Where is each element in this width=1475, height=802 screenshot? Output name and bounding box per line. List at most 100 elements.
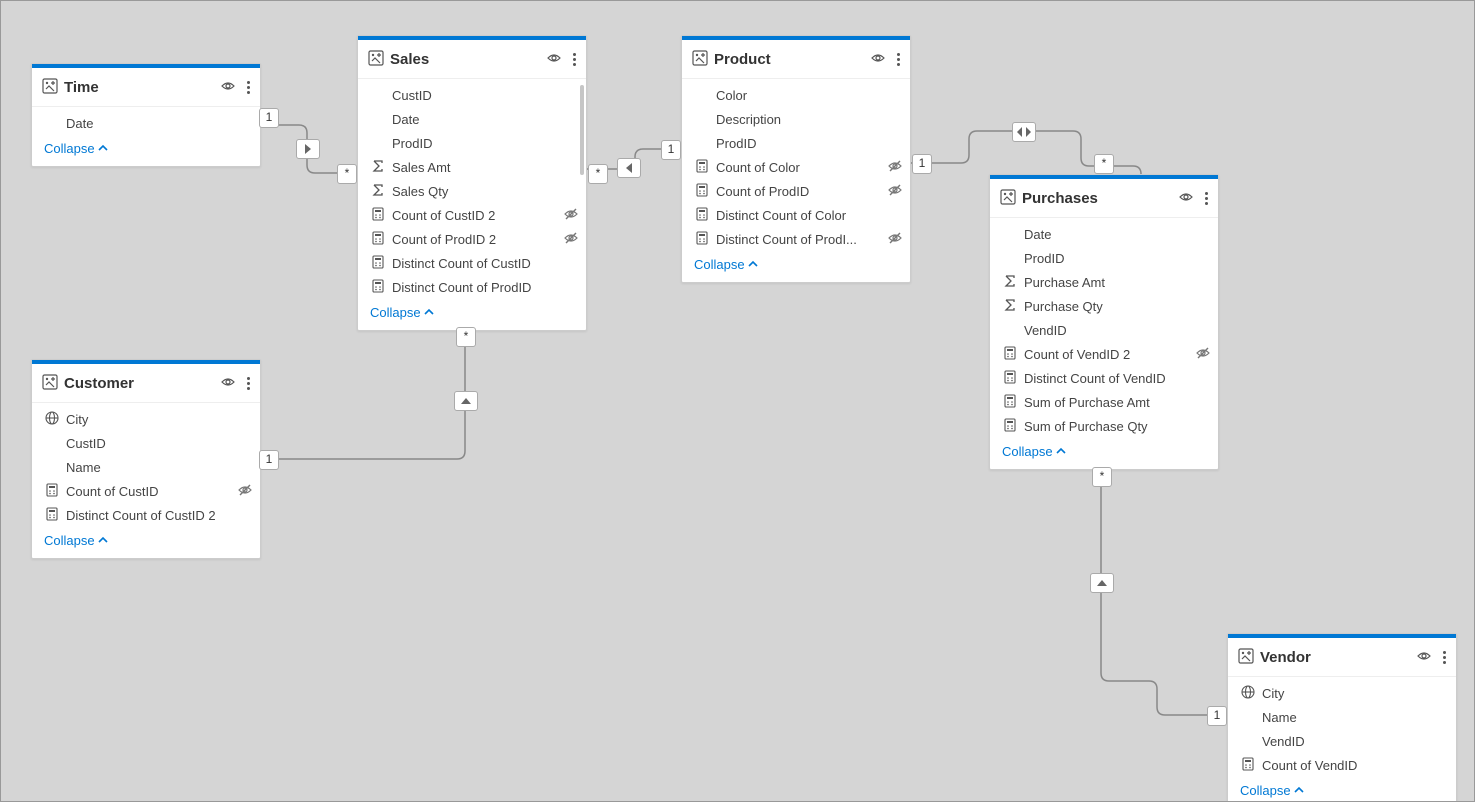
field-row[interactable]: ·Name xyxy=(1228,705,1456,729)
table-card-time[interactable]: Time ·DateCollapse xyxy=(31,63,261,167)
cardinality-one: 1 xyxy=(1207,706,1227,726)
filter-direction-single xyxy=(296,139,320,159)
card-header[interactable]: Purchases xyxy=(990,179,1218,218)
field-row[interactable]: ·Description xyxy=(682,107,910,131)
field-row[interactable]: ·ProdID xyxy=(358,131,586,155)
field-row[interactable]: Sum of Purchase Qty xyxy=(990,414,1218,438)
field-label: Sum of Purchase Amt xyxy=(1024,395,1210,410)
collapse-label: Collapse xyxy=(1240,783,1291,798)
calc-icon xyxy=(370,231,386,248)
visibility-icon[interactable] xyxy=(547,51,561,68)
filter-direction-single xyxy=(454,391,478,411)
more-options-icon[interactable] xyxy=(1203,190,1210,207)
more-options-icon[interactable] xyxy=(895,51,902,68)
field-label: Count of CustID xyxy=(66,484,234,499)
field-row[interactable]: ·Date xyxy=(990,222,1218,246)
field-row[interactable]: Distinct Count of ProdI... xyxy=(682,227,910,251)
field-label: CustID xyxy=(66,436,252,451)
field-row[interactable]: ·CustID xyxy=(358,83,586,107)
field-label: Distinct Count of Color xyxy=(716,208,902,223)
field-row[interactable]: ·Date xyxy=(358,107,586,131)
field-row[interactable]: Distinct Count of VendID xyxy=(990,366,1218,390)
field-row[interactable]: City xyxy=(1228,681,1456,705)
field-row[interactable]: ·Date xyxy=(32,111,260,135)
field-row[interactable]: Sales Amt xyxy=(358,155,586,179)
more-options-icon[interactable] xyxy=(245,79,252,96)
visibility-icon[interactable] xyxy=(1179,190,1193,207)
calc-icon xyxy=(1002,370,1018,387)
table-card-product[interactable]: Product ·Color·Description·ProdID Count of… xyxy=(681,35,911,283)
field-row[interactable]: Distinct Count of CustID xyxy=(358,251,586,275)
field-row[interactable]: ·ProdID xyxy=(990,246,1218,270)
field-row[interactable]: Purchase Qty xyxy=(990,294,1218,318)
chevron-up-icon xyxy=(1055,445,1067,457)
collapse-toggle[interactable]: Collapse xyxy=(358,299,586,330)
card-header[interactable]: Vendor xyxy=(1228,638,1456,677)
hidden-icon xyxy=(564,231,578,248)
table-card-sales[interactable]: Sales ·CustID·Date·ProdIDSales Amt Sales Q… xyxy=(357,35,587,331)
field-row[interactable]: Purchase Amt xyxy=(990,270,1218,294)
field-row[interactable]: Count of VendID 2 xyxy=(990,342,1218,366)
model-canvas[interactable]: 1 * * 1 1 * 1 * * 1 Time·DateCollapse Sa… xyxy=(0,0,1475,802)
field-label: Distinct Count of VendID xyxy=(1024,371,1210,386)
cardinality-one: 1 xyxy=(912,154,932,174)
collapse-toggle[interactable]: Collapse xyxy=(32,527,260,558)
field-row[interactable]: ·VendID xyxy=(1228,729,1456,753)
collapse-toggle[interactable]: Collapse xyxy=(1228,777,1456,802)
field-label: Count of Color xyxy=(716,160,884,175)
field-row[interactable]: Sales Qty xyxy=(358,179,586,203)
card-header[interactable]: Sales xyxy=(358,40,586,79)
field-row[interactable]: ·Color xyxy=(682,83,910,107)
field-label: Sum of Purchase Qty xyxy=(1024,419,1210,434)
field-label: Name xyxy=(1262,710,1448,725)
card-header[interactable]: Product xyxy=(682,40,910,79)
more-options-icon[interactable] xyxy=(245,375,252,392)
table-card-customer[interactable]: Customer City·CustID·Name Count of CustID D… xyxy=(31,359,261,559)
field-row[interactable]: Count of Color xyxy=(682,155,910,179)
field-label: Sales Qty xyxy=(392,184,578,199)
calc-icon xyxy=(1002,418,1018,435)
field-row[interactable]: Count of CustID 2 xyxy=(358,203,586,227)
field-row[interactable]: Count of CustID xyxy=(32,479,260,503)
field-row[interactable]: ·VendID xyxy=(990,318,1218,342)
fields-list: ·Date·ProdIDPurchase AmtPurchase Qty·Ven… xyxy=(990,218,1218,438)
field-row[interactable]: Count of ProdID xyxy=(682,179,910,203)
field-label: Count of ProdID xyxy=(716,184,884,199)
table-card-vendor[interactable]: Vendor City·Name·VendIDCount of VendID Col… xyxy=(1227,633,1457,802)
hidden-icon xyxy=(238,483,252,500)
visibility-icon[interactable] xyxy=(1417,649,1431,666)
calc-icon xyxy=(44,483,60,500)
field-row[interactable]: ·CustID xyxy=(32,431,260,455)
more-options-icon[interactable] xyxy=(571,51,578,68)
hidden-icon xyxy=(888,183,902,200)
collapse-toggle[interactable]: Collapse xyxy=(682,251,910,282)
cardinality-many: * xyxy=(1092,467,1112,487)
sigma-icon xyxy=(1002,274,1018,291)
filter-direction-single xyxy=(1090,573,1114,593)
more-options-icon[interactable] xyxy=(1441,649,1448,666)
card-header[interactable]: Time xyxy=(32,68,260,107)
field-row[interactable]: Distinct Count of Color xyxy=(682,203,910,227)
collapse-toggle[interactable]: Collapse xyxy=(990,438,1218,469)
field-label: Distinct Count of ProdI... xyxy=(716,232,884,247)
visibility-icon[interactable] xyxy=(221,375,235,392)
field-row[interactable]: Sum of Purchase Amt xyxy=(990,390,1218,414)
field-row[interactable]: City xyxy=(32,407,260,431)
field-row[interactable]: Count of ProdID 2 xyxy=(358,227,586,251)
fields-list: ·CustID·Date·ProdIDSales Amt Sales Qty Cou… xyxy=(358,79,586,299)
hidden-icon xyxy=(888,159,902,176)
field-row[interactable]: Distinct Count of ProdID xyxy=(358,275,586,299)
collapse-toggle[interactable]: Collapse xyxy=(32,135,260,166)
card-header[interactable]: Customer xyxy=(32,364,260,403)
field-label: Count of CustID 2 xyxy=(392,208,560,223)
field-row[interactable]: ·Name xyxy=(32,455,260,479)
field-label: Distinct Count of ProdID xyxy=(392,280,578,295)
field-row[interactable]: Count of VendID xyxy=(1228,753,1456,777)
scrollbar-thumb[interactable] xyxy=(580,85,584,175)
table-title: Purchases xyxy=(1022,190,1179,207)
field-row[interactable]: ·ProdID xyxy=(682,131,910,155)
table-card-purchases[interactable]: Purchases ·Date·ProdIDPurchase AmtPurchas… xyxy=(989,174,1219,470)
visibility-icon[interactable] xyxy=(221,79,235,96)
visibility-icon[interactable] xyxy=(871,51,885,68)
field-row[interactable]: Distinct Count of CustID 2 xyxy=(32,503,260,527)
